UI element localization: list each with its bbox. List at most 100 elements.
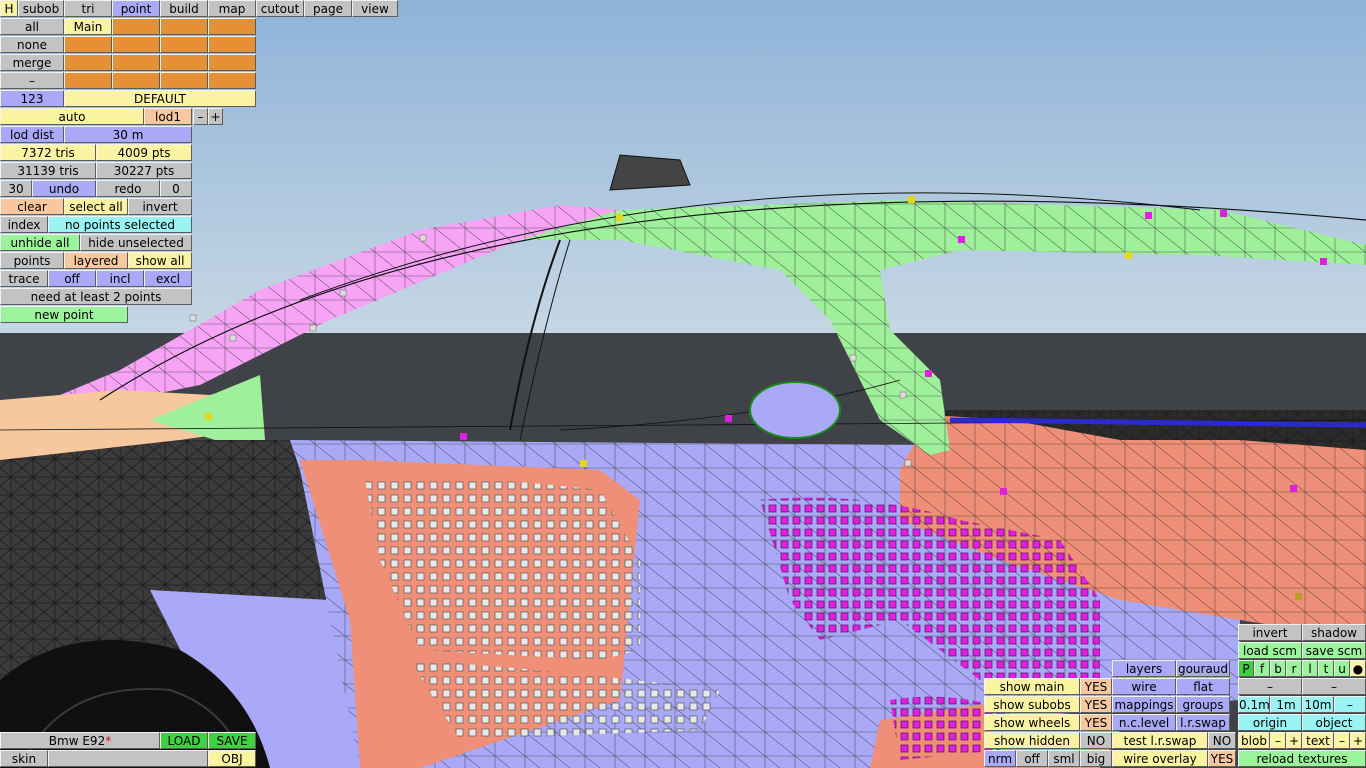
blob-minus-button[interactable]: – xyxy=(1270,732,1286,749)
subob-slot[interactable] xyxy=(160,72,208,89)
subob-slot[interactable] xyxy=(112,72,160,89)
lod-minus-button[interactable]: – xyxy=(193,108,208,125)
subob-slot[interactable] xyxy=(160,18,208,35)
show-wheels-toggle[interactable]: show wheels xyxy=(984,714,1080,731)
show-hidden-value[interactable]: NO xyxy=(1080,732,1112,749)
invert-view-button[interactable]: invert xyxy=(1238,624,1302,641)
show-subobs-toggle[interactable]: show subobs xyxy=(984,696,1080,713)
show-main-value[interactable]: YES xyxy=(1080,678,1112,695)
undo-button[interactable]: undo xyxy=(32,180,96,197)
groups-button[interactable]: groups xyxy=(1176,696,1230,713)
hide-unselected-button[interactable]: hide unselected xyxy=(80,234,192,251)
tab-point[interactable]: point xyxy=(112,0,160,17)
view-minus-b[interactable]: – xyxy=(1302,678,1366,695)
show-all-button[interactable]: show all xyxy=(128,252,192,269)
subob-slot[interactable] xyxy=(208,54,256,71)
subob-slot[interactable] xyxy=(112,54,160,71)
text-minus-button[interactable]: – xyxy=(1334,732,1350,749)
point-size-sml[interactable]: sml xyxy=(1048,750,1080,767)
new-point-button[interactable]: new point xyxy=(0,306,128,323)
grid-1m-button[interactable]: 1m xyxy=(1270,696,1302,713)
skin-field[interactable] xyxy=(48,750,208,767)
layers-button[interactable]: layers xyxy=(1112,660,1176,677)
view-toggle-b[interactable]: b xyxy=(1270,660,1286,677)
test-lr-swap-value[interactable]: NO xyxy=(1208,732,1236,749)
tab-tri[interactable]: tri xyxy=(64,0,112,17)
grid-10m-button[interactable]: 10m xyxy=(1302,696,1334,713)
view-toggle-p[interactable]: P xyxy=(1238,660,1254,677)
lr-swap-button[interactable]: l.r.swap xyxy=(1176,714,1230,731)
point-size-big[interactable]: big xyxy=(1080,750,1112,767)
subob-slot[interactable] xyxy=(208,18,256,35)
invert-selection-button[interactable]: invert xyxy=(128,198,192,215)
subob-all-button[interactable]: all xyxy=(0,18,64,35)
redo-button[interactable]: redo xyxy=(96,180,160,197)
subob-slot[interactable] xyxy=(64,36,112,53)
wire-overlay-value[interactable]: YES xyxy=(1208,750,1236,767)
flat-button[interactable]: flat xyxy=(1176,678,1230,695)
trace-excl-button[interactable]: excl xyxy=(144,270,192,287)
subob-slot[interactable] xyxy=(112,36,160,53)
point-size-nrm[interactable]: nrm xyxy=(984,750,1016,767)
grid-0-1m-button[interactable]: 0.1m xyxy=(1238,696,1270,713)
gouraud-button[interactable]: gouraud xyxy=(1176,660,1230,677)
tab-cutout[interactable]: cutout xyxy=(256,0,304,17)
index-button[interactable]: index xyxy=(0,216,48,233)
subob-none-button[interactable]: none xyxy=(0,36,64,53)
tab-map[interactable]: map xyxy=(208,0,256,17)
view-toggle-t[interactable]: t xyxy=(1318,660,1334,677)
tab-page[interactable]: page xyxy=(304,0,352,17)
subob-slot[interactable] xyxy=(160,54,208,71)
show-wheels-value[interactable]: YES xyxy=(1080,714,1112,731)
blob-plus-button[interactable]: + xyxy=(1286,732,1302,749)
tab-subob[interactable]: subob xyxy=(18,0,64,17)
trace-off-button[interactable]: off xyxy=(48,270,96,287)
subob-count[interactable]: 123 xyxy=(0,90,64,107)
obj-button[interactable]: OBJ xyxy=(208,750,256,767)
load-scm-button[interactable]: load scm xyxy=(1238,642,1302,659)
origin-button[interactable]: origin xyxy=(1238,714,1302,731)
lod-plus-button[interactable]: + xyxy=(208,108,223,125)
subob-slot[interactable] xyxy=(64,72,112,89)
view-toggle-u[interactable]: u xyxy=(1334,660,1350,677)
subob-slot[interactable] xyxy=(208,72,256,89)
tab-view[interactable]: view xyxy=(352,0,398,17)
lod-auto-button[interactable]: auto xyxy=(0,108,144,125)
view-toggle-r[interactable]: r xyxy=(1286,660,1302,677)
save-button[interactable]: SAVE xyxy=(208,732,256,749)
point-size-off[interactable]: off xyxy=(1016,750,1048,767)
text-plus-button[interactable]: + xyxy=(1350,732,1366,749)
subob-minus-button[interactable]: – xyxy=(0,72,64,89)
mappings-button[interactable]: mappings xyxy=(1112,696,1176,713)
grid-minus-button[interactable]: – xyxy=(1334,696,1366,713)
test-lr-swap-toggle[interactable]: test l.r.swap xyxy=(1112,732,1208,749)
save-scm-button[interactable]: save scm xyxy=(1302,642,1366,659)
subob-main-slot[interactable]: Main xyxy=(64,18,112,35)
select-all-button[interactable]: select all xyxy=(64,198,128,215)
trace-incl-button[interactable]: incl xyxy=(96,270,144,287)
nc-level-button[interactable]: n.c.level xyxy=(1112,714,1176,731)
subob-merge-button[interactable]: merge xyxy=(0,54,64,71)
subob-slot[interactable] xyxy=(64,54,112,71)
load-button[interactable]: LOAD xyxy=(160,732,208,749)
lod-dist-value[interactable]: 30 m xyxy=(64,126,192,143)
view-toggle-dot-icon[interactable]: ● xyxy=(1350,660,1366,677)
show-subobs-value[interactable]: YES xyxy=(1080,696,1112,713)
show-main-toggle[interactable]: show main xyxy=(984,678,1080,695)
layered-button[interactable]: layered xyxy=(64,252,128,269)
reload-textures-button[interactable]: reload textures xyxy=(1238,750,1366,767)
shadow-button[interactable]: shadow xyxy=(1302,624,1366,641)
subob-slot[interactable] xyxy=(112,18,160,35)
wire-button[interactable]: wire xyxy=(1112,678,1176,695)
subob-slot[interactable] xyxy=(160,36,208,53)
object-button[interactable]: object xyxy=(1302,714,1366,731)
view-toggle-l[interactable]: l xyxy=(1302,660,1318,677)
show-hidden-toggle[interactable]: show hidden xyxy=(984,732,1080,749)
view-minus-a[interactable]: – xyxy=(1238,678,1302,695)
tab-h[interactable]: H xyxy=(0,0,18,17)
clear-selection-button[interactable]: clear xyxy=(0,198,64,215)
unhide-all-button[interactable]: unhide all xyxy=(0,234,80,251)
lod-level[interactable]: lod1 xyxy=(144,108,192,125)
view-toggle-f[interactable]: f xyxy=(1254,660,1270,677)
subob-slot[interactable] xyxy=(208,36,256,53)
